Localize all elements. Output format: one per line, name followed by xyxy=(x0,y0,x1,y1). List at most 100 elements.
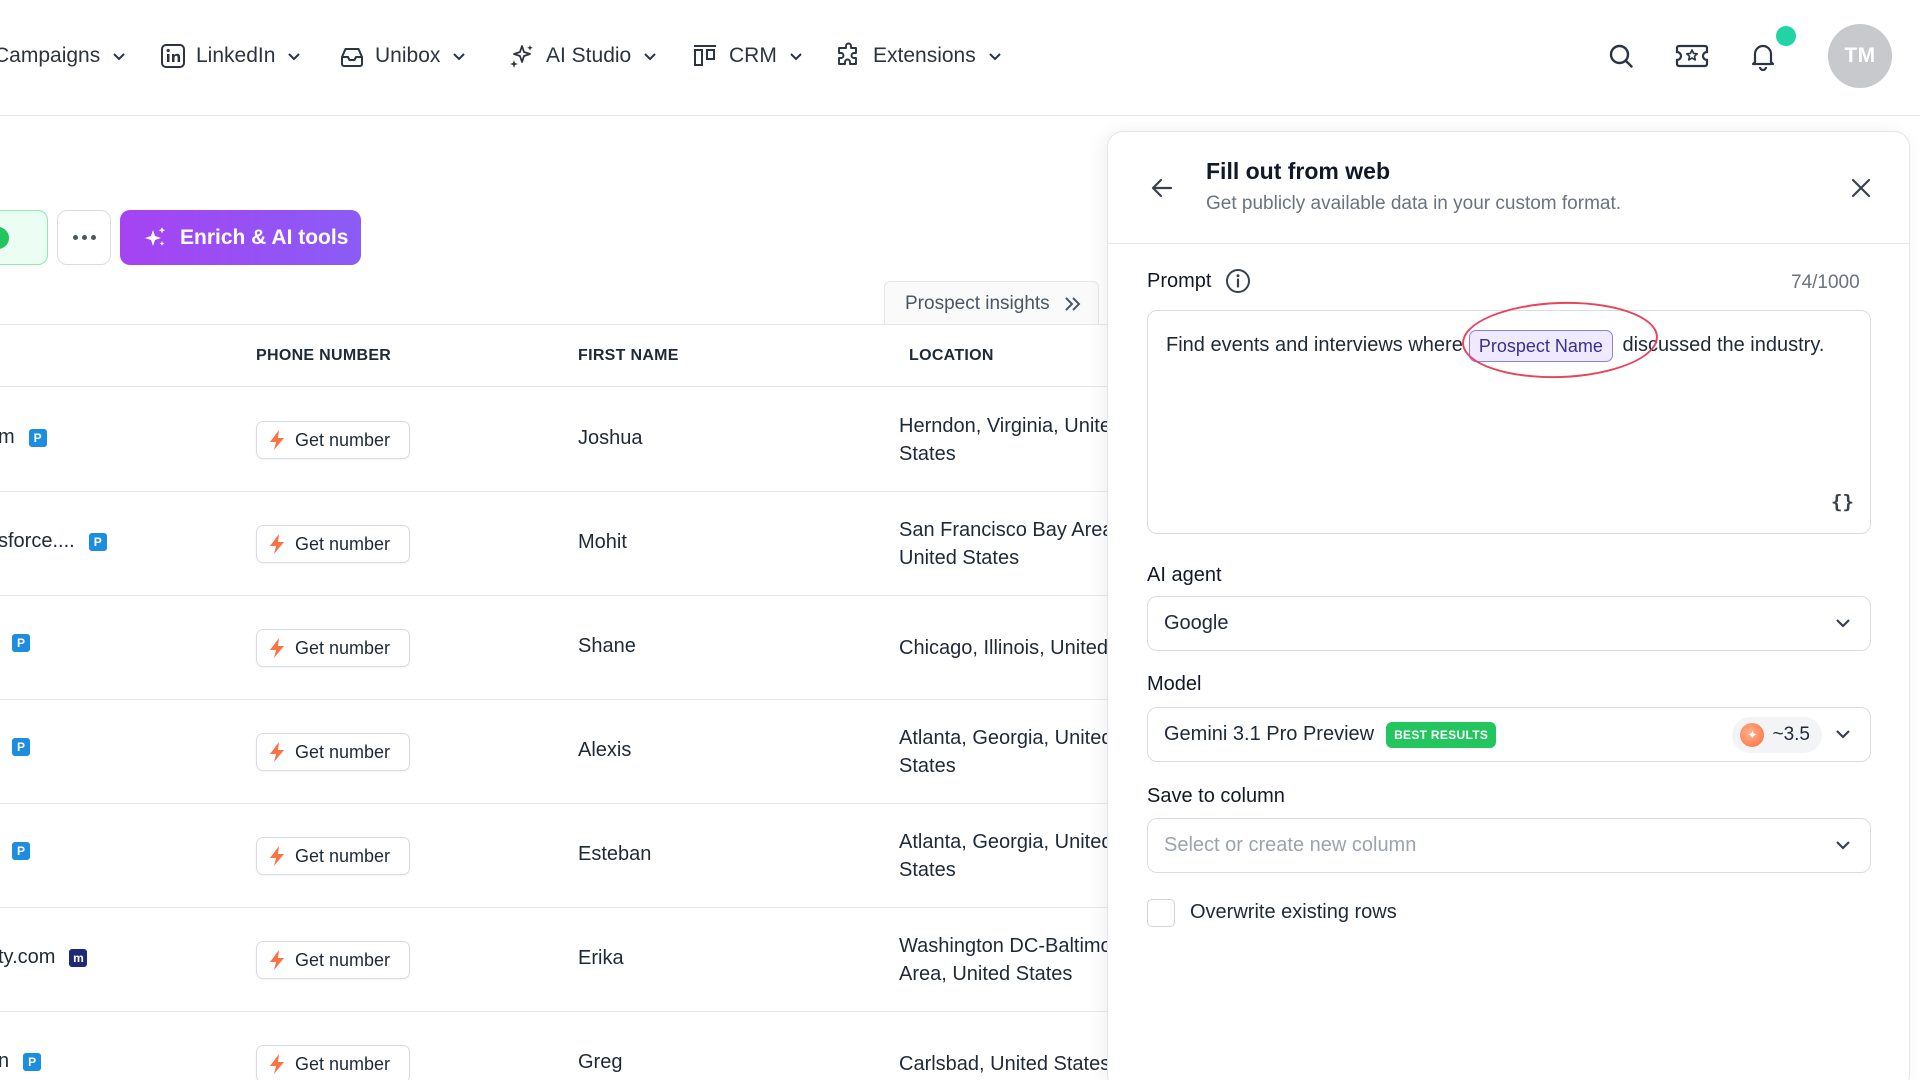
email-cell[interactable]: nP xyxy=(0,1050,42,1073)
location-cell[interactable]: Washington DC-Baltimore Area, United Stat… xyxy=(899,932,1109,988)
table-row[interactable]: m P Get number Joshua Herndon, Virginia, Uni… xyxy=(0,388,1110,492)
prospect-name-variable-chip[interactable]: Prospect Name xyxy=(1468,329,1613,362)
column-header-location[interactable]: LOCATION xyxy=(909,347,994,365)
location-cell[interactable]: Atlanta, Georgia, United States xyxy=(899,724,1109,780)
get-number-button[interactable]: Get number xyxy=(256,1045,410,1080)
first-name-cell[interactable]: Joshua xyxy=(578,427,643,450)
first-name-cell[interactable]: Shane xyxy=(578,635,636,658)
location-line-1: Atlanta, Georgia, United xyxy=(899,831,1109,853)
dot-icon xyxy=(81,235,87,240)
get-number-button[interactable]: Get number xyxy=(256,421,410,459)
get-number-label: Get number xyxy=(295,741,391,762)
location-line-1: Washington DC-Baltimore xyxy=(899,935,1109,957)
table-row[interactable]: P Get number Alexis Atlanta, Georgia, Unite… xyxy=(0,700,1110,804)
location-line-2: States xyxy=(899,443,956,465)
column-header-phone[interactable]: PHONE NUMBER xyxy=(256,347,391,365)
location-line-2: States xyxy=(899,755,956,777)
get-number-button[interactable]: Get number xyxy=(256,629,410,667)
email-text: sforce.... xyxy=(0,530,75,552)
kanban-icon xyxy=(694,45,716,66)
prospect-insights-tab[interactable]: Prospect insights xyxy=(884,281,1099,325)
avatar-initials: TM xyxy=(1844,44,1876,67)
ai-agent-select[interactable]: Google xyxy=(1147,596,1871,651)
column-header-first-name[interactable]: FIRST NAME xyxy=(578,347,679,365)
best-results-badge: BEST RESULTS xyxy=(1386,721,1497,748)
email-cell[interactable]: sforce.... P xyxy=(0,530,107,553)
search-button[interactable] xyxy=(1595,30,1647,82)
table-row[interactable]: sforce.... P Get number Mohit San Francisco … xyxy=(0,492,1110,596)
email-text: n xyxy=(0,1050,10,1072)
overwrite-rows-checkbox[interactable] xyxy=(1147,899,1175,927)
location-cell[interactable]: Carlsbad, United States xyxy=(899,1050,1109,1078)
email-source-badge: m xyxy=(69,948,88,967)
get-number-label: Get number xyxy=(295,533,391,554)
ai-agent-value: Google xyxy=(1164,612,1229,634)
table-row[interactable]: n P Get number Greg Carlsbad, United States xyxy=(0,1012,1110,1080)
table-row[interactable]: P Get number Esteban Atlanta, Georgia, Unit… xyxy=(0,804,1110,908)
chevron-down-icon xyxy=(288,53,301,61)
table-row[interactable]: ty.com m Get number Erika Washington DC-Balt… xyxy=(0,908,1110,1012)
location-line-1: Herndon, Virginia, United xyxy=(899,415,1109,437)
prompt-label-row: Prompt xyxy=(1147,268,1251,294)
nav-linkedin-label: LinkedIn xyxy=(196,44,276,67)
nav-campaigns[interactable]: Campaigns xyxy=(0,36,126,76)
nav-ai-studio[interactable]: AI Studio xyxy=(508,36,657,76)
email-source-badge: P xyxy=(88,532,107,551)
location-line-2: United States xyxy=(899,547,1020,569)
info-icon[interactable] xyxy=(1225,268,1251,294)
bolt-icon xyxy=(270,638,284,658)
first-name-cell[interactable]: Greg xyxy=(578,1051,622,1074)
first-name-cell[interactable]: Alexis xyxy=(578,739,631,762)
get-number-button[interactable]: Get number xyxy=(256,837,410,875)
get-number-label: Get number xyxy=(295,429,391,450)
ai-agent-label: AI agent xyxy=(1147,564,1222,586)
panel-title: Fill out from web xyxy=(1206,158,1390,184)
location-line-2: Area, United States xyxy=(899,963,1073,985)
enrich-ai-tools-button[interactable]: Enrich & AI tools xyxy=(120,210,361,265)
referral-button[interactable] xyxy=(1666,30,1718,82)
sparkles-icon xyxy=(510,45,533,68)
nav-linkedin[interactable]: LinkedIn xyxy=(160,36,301,76)
save-to-column-select[interactable]: Select or create new column xyxy=(1147,818,1871,873)
table-row[interactable]: P Get number Shane Chicago, Illinois, Unite… xyxy=(0,596,1110,700)
chevron-down-icon xyxy=(989,53,1001,61)
nav-crm-label: CRM xyxy=(729,44,777,67)
location-cell[interactable]: San Francisco Bay Area, United States xyxy=(899,516,1109,572)
more-options-button[interactable] xyxy=(57,210,111,265)
bolt-icon xyxy=(270,1054,284,1074)
get-number-button[interactable]: Get number xyxy=(256,733,410,771)
first-name-cell[interactable]: Esteban xyxy=(578,843,651,866)
email-cell[interactable]: P xyxy=(0,738,30,756)
location-cell[interactable]: Atlanta, Georgia, United States xyxy=(899,828,1109,884)
insert-variable-button[interactable]: {} xyxy=(1831,491,1854,513)
nav-crm[interactable]: CRM xyxy=(691,36,803,76)
email-source-badge: P xyxy=(23,1052,42,1071)
overwrite-rows-label[interactable]: Overwrite existing rows xyxy=(1190,901,1397,924)
nav-extensions[interactable]: Extensions xyxy=(835,36,1002,76)
email-cell[interactable]: P xyxy=(0,634,30,652)
location-cell[interactable]: Herndon, Virginia, United States xyxy=(899,412,1109,468)
ticket-icon xyxy=(1675,44,1709,68)
chevron-down-icon xyxy=(644,53,656,61)
close-icon xyxy=(1851,178,1871,198)
email-source-badge: P xyxy=(28,428,47,447)
get-number-button[interactable]: Get number xyxy=(256,525,410,563)
email-cell[interactable]: mP xyxy=(0,426,47,449)
first-name-cell[interactable]: Erika xyxy=(578,947,624,970)
location-cell[interactable]: Chicago, Illinois, United States xyxy=(899,634,1109,662)
email-cell[interactable]: ty.com m xyxy=(0,946,88,969)
enrich-ai-tools-label: Enrich & AI tools xyxy=(180,225,349,249)
model-select[interactable]: Gemini 3.1 Pro Preview BEST RESULTS ✦ ~3… xyxy=(1147,707,1871,762)
chevron-down-icon xyxy=(1836,841,1850,850)
nav-unibox[interactable]: Unibox xyxy=(339,36,466,76)
get-number-label: Get number xyxy=(295,949,391,970)
avatar[interactable]: TM xyxy=(1828,24,1892,88)
free-plan-button[interactable] xyxy=(0,210,48,265)
first-name-cell[interactable]: Mohit xyxy=(578,531,627,554)
back-button[interactable] xyxy=(1146,172,1178,204)
get-number-button[interactable]: Get number xyxy=(256,941,410,979)
prompt-textarea[interactable]: Find events and interviews where Prospect… xyxy=(1147,310,1871,534)
email-cell[interactable]: P xyxy=(0,842,30,860)
free-badge xyxy=(0,227,9,249)
close-button[interactable] xyxy=(1845,172,1877,204)
